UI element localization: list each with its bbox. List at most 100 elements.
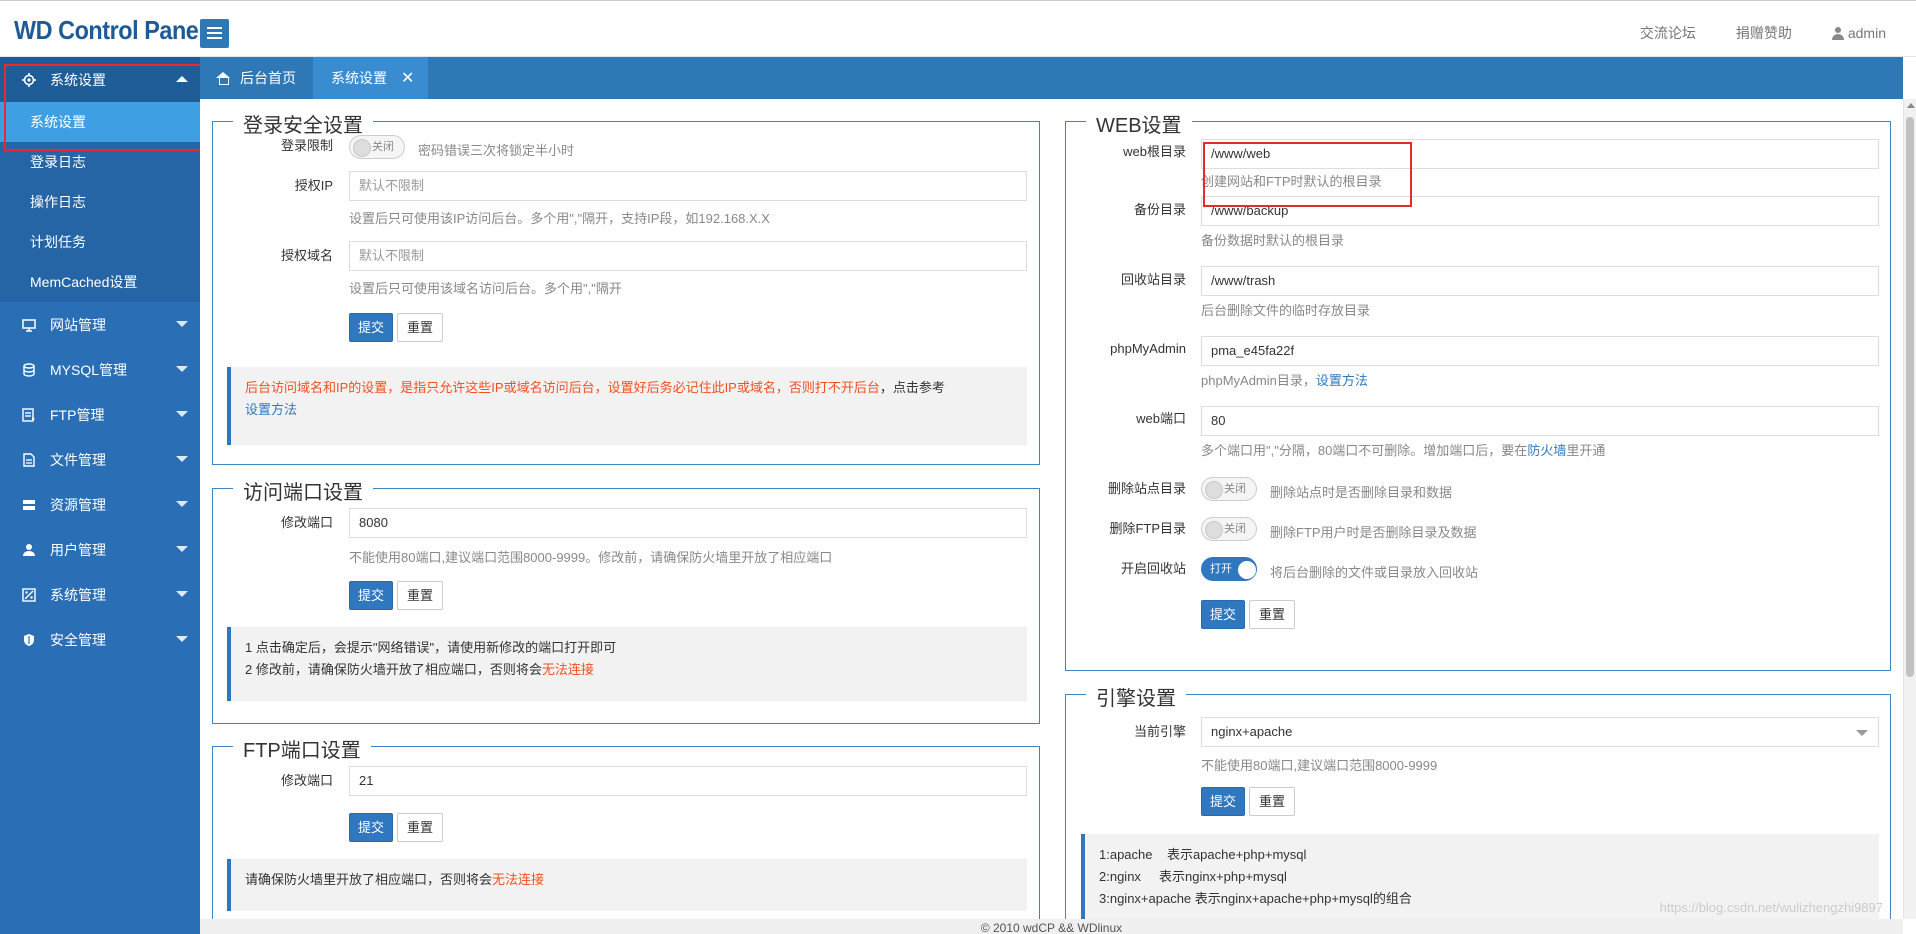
panel-title: FTP端口设置 — [233, 734, 371, 763]
sidebar-item-memcached[interactable]: MemCached设置 — [0, 262, 200, 302]
phpmyadmin-input[interactable]: pma_e45fa22f — [1201, 336, 1879, 366]
auth-ip-help: 设置后只可使用该IP访问后台。多个用","隔开，支持IP段，如192.168.X… — [349, 211, 770, 226]
user-menu[interactable]: admin — [1831, 23, 1886, 43]
submit-button[interactable]: 提交 — [1201, 600, 1245, 629]
panel-title: 访问端口设置 — [233, 476, 373, 505]
tab-home[interactable]: 后台首页 — [210, 57, 310, 99]
delete-site-dir-toggle[interactable]: 关闭 — [1201, 477, 1257, 501]
sidebar-group-site[interactable]: 网站管理 — [0, 302, 200, 347]
submit-button[interactable]: 提交 — [349, 813, 393, 842]
submit-button[interactable]: 提交 — [349, 581, 393, 610]
backup-dir-help: 备份数据时默认的根目录 — [1201, 233, 1345, 248]
delete-ftp-dir-toggle[interactable]: 关闭 — [1201, 517, 1257, 541]
sidebar-group-security[interactable]: 安全管理 — [0, 617, 200, 662]
reset-button[interactable]: 重置 — [397, 581, 443, 610]
chevron-down-icon — [176, 321, 188, 327]
forum-link[interactable]: 交流论坛 — [1640, 23, 1696, 43]
sidebar-group-system[interactable]: 系统管理 — [0, 572, 200, 617]
web-port-help: 多个端口用","分隔，80端口不可删除。增加端口后，要在防火墙里开通 — [1201, 443, 1606, 458]
recycle-bin-label: 开启回收站 — [1120, 561, 1186, 576]
sidebar-group-ftp[interactable]: FTP管理 — [0, 392, 200, 437]
auth-ip-label: 授权IP — [294, 178, 333, 193]
sidebar-group-mysql[interactable]: MYSQL管理 — [0, 347, 200, 392]
auth-domain-input[interactable]: 默认不限制 — [349, 241, 1027, 271]
access-port-note: 1 点击确定后，会提示"网络错误"，请使用新修改的端口打开即可 2 修改前，请确… — [227, 627, 1027, 701]
sidebar-item-cron-tasks[interactable]: 计划任务 — [0, 222, 200, 262]
auth-domain-label: 授权域名 — [280, 248, 333, 263]
username: admin — [1847, 25, 1886, 41]
chevron-down-icon — [176, 546, 188, 552]
sidebar-group-user[interactable]: 用户管理 — [0, 527, 200, 572]
ftp-port-note: 请确保防火墙里开放了相应端口，否则将会无法连接 — [227, 859, 1027, 911]
file-icon — [22, 452, 36, 467]
reset-button[interactable]: 重置 — [397, 313, 443, 342]
panel-ftp-port: FTP端口设置 修改端口 21 提交 重置 请确保防火墙里开放了相应端口，否则将… — [212, 734, 1040, 919]
content-scrollbar[interactable] — [1903, 99, 1916, 919]
backup-dir-label: 备份目录 — [1133, 202, 1186, 217]
donate-link[interactable]: 捐赠赞助 — [1736, 23, 1792, 43]
close-icon[interactable]: ✕ — [401, 68, 414, 88]
scroll-up-icon[interactable] — [1907, 103, 1915, 108]
app-logo[interactable]: WD Control Panel — [14, 15, 205, 46]
trash-dir-input[interactable]: /www/trash — [1201, 266, 1879, 296]
web-port-input[interactable]: 80 — [1201, 406, 1879, 436]
submit-button[interactable]: 提交 — [349, 313, 393, 342]
delete-ftp-dir-help: 删除FTP用户时是否删除目录及数据 — [1270, 525, 1477, 540]
panel-login-security: 登录安全设置 登录限制 关闭 密码错误三次将锁定半小时 授权IP 默认不限制 设… — [212, 109, 1040, 465]
reset-button[interactable]: 重置 — [397, 813, 443, 842]
panel-access-port: 访问端口设置 修改端口 8080 不能使用80端口,建议端口范围8000-999… — [212, 476, 1040, 724]
trash-dir-help: 后台删除文件的临时存放目录 — [1201, 303, 1371, 318]
database-icon — [22, 362, 36, 377]
setup-method-link[interactable]: 设置方法 — [245, 402, 297, 417]
login-limit-toggle[interactable]: 关闭 — [349, 135, 405, 159]
web-port-label: web端口 — [1136, 411, 1186, 426]
chevron-down-icon — [176, 411, 188, 417]
login-limit-help: 密码错误三次将锁定半小时 — [418, 143, 575, 158]
phpmyadmin-help: phpMyAdmin目录，设置方法 — [1201, 373, 1368, 388]
login-limit-label: 登录限制 — [280, 138, 333, 153]
monitor-icon — [22, 318, 36, 332]
auth-domain-help: 设置后只可使用该域名访问后台。多个用","隔开 — [349, 281, 622, 296]
system-icon — [22, 587, 36, 602]
main-content: 登录安全设置 登录限制 关闭 密码错误三次将锁定半小时 授权IP 默认不限制 设… — [200, 99, 1903, 919]
user-icon — [22, 543, 36, 557]
top-header: WD Control Panel 交流论坛 捐赠赞助 admin — [0, 0, 1916, 57]
firewall-link[interactable]: 防火墙 — [1527, 443, 1566, 458]
sidebar-item-operation-log[interactable]: 操作日志 — [0, 182, 200, 222]
ftp-port-label: 修改端口 — [280, 773, 333, 788]
scroll-thumb[interactable] — [1906, 117, 1914, 677]
access-port-input[interactable]: 8080 — [349, 508, 1027, 538]
engine-label: 当前引擎 — [1133, 724, 1186, 739]
reset-button[interactable]: 重置 — [1249, 600, 1295, 629]
web-root-label: web根目录 — [1123, 144, 1186, 159]
footer: © 2010 wdCP && WDlinux — [200, 919, 1903, 934]
recycle-bin-toggle[interactable]: 打开 — [1201, 557, 1257, 581]
top-links: 交流论坛 捐赠赞助 admin — [1640, 23, 1886, 43]
submit-button[interactable]: 提交 — [1201, 787, 1245, 816]
ftp-icon — [22, 407, 36, 422]
delete-site-dir-label: 删除站点目录 — [1107, 481, 1186, 496]
pma-setup-link[interactable]: 设置方法 — [1316, 373, 1368, 388]
auth-ip-input[interactable]: 默认不限制 — [349, 171, 1027, 201]
tab-bar: 后台首页 系统设置 ✕ — [200, 57, 1903, 99]
chevron-down-icon — [176, 591, 188, 597]
chevron-down-icon — [176, 366, 188, 372]
engine-select[interactable]: nginx+apache — [1201, 717, 1879, 747]
engine-help: 不能使用80端口,建议端口范围8000-9999 — [1201, 758, 1438, 773]
recycle-bin-help: 将后台删除的文件或目录放入回收站 — [1270, 565, 1479, 580]
sidebar-group-file[interactable]: 文件管理 — [0, 437, 200, 482]
home-icon — [216, 72, 230, 85]
reset-button[interactable]: 重置 — [1249, 787, 1295, 816]
highlight-box-sidebar — [4, 64, 223, 151]
menu-toggle-button[interactable] — [200, 19, 229, 48]
access-port-help: 不能使用80端口,建议端口范围8000-9999。修改前，请确保防火墙里开放了相… — [349, 550, 833, 565]
phpmyadmin-label: phpMyAdmin — [1110, 341, 1186, 356]
sidebar-group-resource[interactable]: 资源管理 — [0, 482, 200, 527]
panel-web-settings: WEB设置 web根目录 /www/web 创建网站和FTP时默认的根目录 备份… — [1065, 109, 1891, 671]
access-port-label: 修改端口 — [280, 515, 333, 530]
tab-system-settings[interactable]: 系统设置 ✕ — [313, 57, 428, 99]
shield-icon — [22, 633, 36, 647]
ftp-port-input[interactable]: 21 — [349, 766, 1027, 796]
panel-title: WEB设置 — [1086, 109, 1192, 138]
chevron-down-icon — [1856, 730, 1868, 736]
